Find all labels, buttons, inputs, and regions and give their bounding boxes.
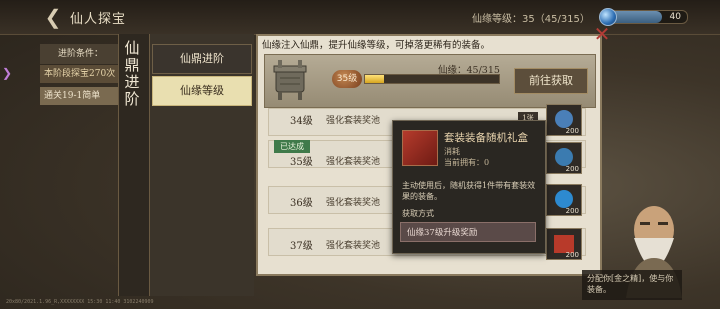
reward-count: 200 [565,207,579,215]
notice-text: 仙缘注入仙鼎，提升仙缘等级，可掉落更稀有的装备。 [262,40,491,51]
tooltip-source-label: 获取方式 [402,209,434,218]
level-progress-text: 仙缘：45/315 [438,65,500,76]
level-badge: 35级 [332,70,362,88]
top-level-text: 仙缘等级：35（45/315） [472,14,590,25]
goto-obtain-button[interactable]: 前往获取 [514,68,588,94]
top-bar: ❮ 仙人探宝 仙缘等级：35（45/315） 40 [0,0,720,35]
vertical-title: 仙鼎进阶 [124,39,140,108]
npc-speech: 分配你[金之精]，使与你装备。 [582,270,682,300]
reward-count: 200 [565,251,579,259]
row-level: 34级 [290,116,313,127]
expand-arrow-icon[interactable]: ❯ [2,66,12,80]
row-desc: 强化套装奖池 [326,241,381,251]
tooltip-owned: 当前拥有：0 [444,158,490,167]
tab-ding-advance[interactable]: 仙鼎进阶 [152,44,252,74]
condition-label: 进阶条件： [40,44,120,64]
build-info: 20x80/2021.1.96_R,XXXXXXXX 15:30 11:40 3… [6,299,154,305]
top-resource-value: 40 [669,12,681,22]
reward-item-icon[interactable]: 200 [546,104,582,136]
reward-count: 200 [565,127,579,135]
tab-xianyuan-level[interactable]: 仙缘等级 [152,76,252,106]
tooltip-item-type: 消耗 [444,147,460,156]
tooltip-item-name: 套装装备随机礼盒 [444,132,528,144]
row-desc: 强化套装奖池 [326,116,381,126]
row-level: 37级 [290,241,313,252]
tooltip-source-button[interactable]: 仙缘37级升级奖励 [400,222,536,242]
back-arrow-icon[interactable]: ❮ [42,6,64,28]
row-desc: 强化套装奖池 [326,198,381,208]
row-level: 36级 [290,198,313,209]
page-title: 仙人探宝 [70,12,127,27]
level-progress-fill [365,75,385,83]
gift-box-icon [402,130,438,166]
condition-value: 本阶段探宝270次 [40,65,120,83]
achieved-badge: 已达成 [274,140,310,153]
row-desc: 强化套装奖池 [326,157,381,167]
cauldron-icon [273,60,307,100]
close-icon[interactable]: ✕ [592,24,612,44]
condition-stage: 通关19-1简单 [40,87,120,105]
reward-item-icon[interactable]: 200 [546,142,582,174]
reward-item-icon[interactable]: 200 [546,228,582,260]
reward-count: 200 [565,165,579,173]
row-level: 35级 [290,157,313,168]
reward-item-icon[interactable]: 200 [546,184,582,216]
tooltip-description: 主动使用后，随机获得1件带有套装效果的装备。 [402,181,536,201]
